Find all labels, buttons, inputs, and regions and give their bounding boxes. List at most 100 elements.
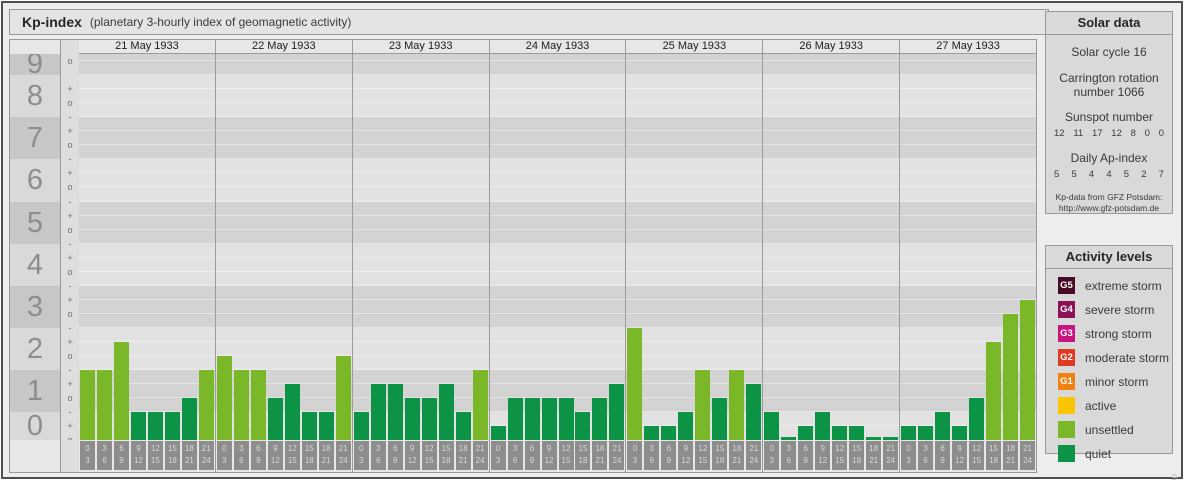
carrington-rotation-text: Carrington rotation number 1066 xyxy=(1059,71,1159,99)
legend-row-g5: G5 extreme storm xyxy=(1058,277,1172,294)
kp-bar-23may-6-9 xyxy=(387,383,403,440)
x-label-slot: 36 xyxy=(643,440,660,472)
bar-slot xyxy=(113,54,130,440)
bar-slot xyxy=(831,54,848,440)
kp-bar-23may-15-18 xyxy=(438,383,454,440)
kp-bar-25may-6-9 xyxy=(661,425,677,440)
x-label-slot: 15 18 xyxy=(164,440,181,472)
y-sublabel-7minus: - xyxy=(68,154,72,165)
kp-bar-23may-3-6 xyxy=(370,383,386,440)
ap-value: 5 xyxy=(1054,169,1060,180)
sunspot-number-values: 12 11 17 12 8 0 0 xyxy=(1046,128,1172,139)
x-label-slot: 18 21 xyxy=(318,440,335,472)
sunspot-value: 8 xyxy=(1130,128,1136,139)
kp-bar-27may-3-6 xyxy=(918,425,934,440)
sunspot-value: 12 xyxy=(1111,128,1122,139)
legend-chip-g1: G1 xyxy=(1058,373,1075,390)
y-sublabel-7o: o xyxy=(67,140,73,151)
legend-chip-unsettled xyxy=(1058,421,1075,438)
x-label-hours: 18 21 xyxy=(1003,441,1019,470)
kp-bar-22may-3-6 xyxy=(233,369,249,440)
data-source-line2: http://www.gfz-potsdam.de xyxy=(1058,202,1160,213)
x-label-slot: 69 xyxy=(387,440,404,472)
x-label-hours: 69 xyxy=(113,441,129,470)
y-sublabel-4o: o xyxy=(67,266,73,277)
bar-slot xyxy=(591,54,608,440)
daily-ap-label: Daily Ap-index xyxy=(1070,151,1148,165)
kp-bar-22may-15-18 xyxy=(301,411,317,440)
legend-chip-g4: G4 xyxy=(1058,301,1075,318)
x-label-hours: 18 21 xyxy=(592,441,608,470)
x-label-hours: 18 21 xyxy=(318,441,334,470)
y-axis-number-6: 6 xyxy=(26,164,44,197)
x-label-hours: 21 24 xyxy=(883,441,899,470)
x-label-slot: 69 xyxy=(934,440,951,472)
bar-slot xyxy=(882,54,899,440)
x-label-slot: 69 xyxy=(797,440,814,472)
x-label-slot: 69 xyxy=(113,440,130,472)
kp-bar-26may-12-15 xyxy=(832,425,848,440)
legend-label-g1: minor storm xyxy=(1085,374,1149,389)
x-label-slot: 12 15 xyxy=(558,440,575,472)
kp-bar-25may-21-24 xyxy=(746,383,762,440)
bar-slot xyxy=(284,54,301,440)
bar-slot xyxy=(814,54,831,440)
x-label-slot: 12 15 xyxy=(831,440,848,472)
x-label-slot: 36 xyxy=(780,440,797,472)
y-sublabel-5minus: - xyxy=(68,238,72,249)
y-sublabel-4minus: - xyxy=(68,280,72,291)
x-label-group-5: 0 3 3 6 6 9 9 12 12 15 15 18 18 21 21 24 xyxy=(625,440,762,472)
bar-slot xyxy=(404,54,421,440)
y-sublabel-5o: o xyxy=(67,224,73,235)
kp-bar-24may-0-3 xyxy=(490,425,506,440)
date-header-row: 21 May 1933 22 May 1933 23 May 1933 24 May … xyxy=(79,40,1036,54)
x-label-hours: 18 21 xyxy=(455,441,471,470)
x-label-slot: 15 18 xyxy=(301,440,318,472)
legend-chip-g5: G5 xyxy=(1058,277,1075,294)
x-label-hours: 36 xyxy=(644,441,660,470)
x-label-slot: 18 21 xyxy=(1002,440,1019,472)
bar-slot xyxy=(643,54,660,440)
bar-slot xyxy=(267,54,284,440)
x-label-slot: 12 15 xyxy=(421,440,438,472)
legend-label-g2: moderate storm xyxy=(1085,350,1170,365)
x-label-hours: 36 xyxy=(507,441,523,470)
kp-bar-24may-3-6 xyxy=(507,397,523,440)
sunspot-value: 17 xyxy=(1091,128,1103,139)
x-label-slot: 03 xyxy=(900,440,917,472)
x-label-hours: 15 18 xyxy=(438,441,454,470)
bar-slot xyxy=(250,54,267,440)
day-column-1 xyxy=(79,54,215,440)
bar-slot xyxy=(130,54,147,440)
x-label-hours: 69 xyxy=(661,441,677,470)
x-label-slot: 9 12 xyxy=(404,440,421,472)
bar-slot xyxy=(472,54,489,440)
x-label-slot: 9 12 xyxy=(267,440,284,472)
ap-value: 5 xyxy=(1071,169,1077,180)
kp-bar-25may-0-3 xyxy=(627,327,643,440)
x-label-hours: 12 15 xyxy=(695,441,711,470)
x-label-hours: 21 24 xyxy=(1020,441,1036,470)
x-label-slot: 18 21 xyxy=(865,440,882,472)
x-label-hours: 21 24 xyxy=(335,441,351,470)
y-sublabel-1o: o xyxy=(67,392,73,403)
date-header-6: 26 May 1933 xyxy=(762,40,899,53)
legend-label-quiet: quiet xyxy=(1085,446,1112,461)
y-sublabel-0plus: + xyxy=(67,420,73,431)
y-sublabel-5plus: + xyxy=(67,210,73,221)
kp-bar-23may-12-15 xyxy=(421,397,437,440)
x-label-group-2: 0 3 3 6 6 9 9 12 12 15 15 18 18 21 21 24 xyxy=(214,440,352,472)
date-header-2: 22 May 1933 xyxy=(214,40,352,53)
ap-value: 2 xyxy=(1141,169,1147,180)
x-label-slot: 18 21 xyxy=(181,440,198,472)
kp-bar-23may-0-3 xyxy=(353,411,369,440)
kp-bar-25may-9-12 xyxy=(678,411,694,440)
y-sublabel-3plus: + xyxy=(67,294,73,305)
x-label-slot: 9 12 xyxy=(814,440,831,472)
y-axis-sublabel-column: + o + o - + o - + o - + o - + o - + o - + o - + o - o xyxy=(61,40,80,472)
bar-slot xyxy=(558,54,575,440)
x-label-hours: 12 15 xyxy=(558,441,574,470)
bar-slot xyxy=(985,54,1002,440)
activity-legend-list: G5 extreme storm G4 severe storm G3 strong st… xyxy=(1046,269,1172,462)
x-label-hours: 03 xyxy=(764,441,780,470)
